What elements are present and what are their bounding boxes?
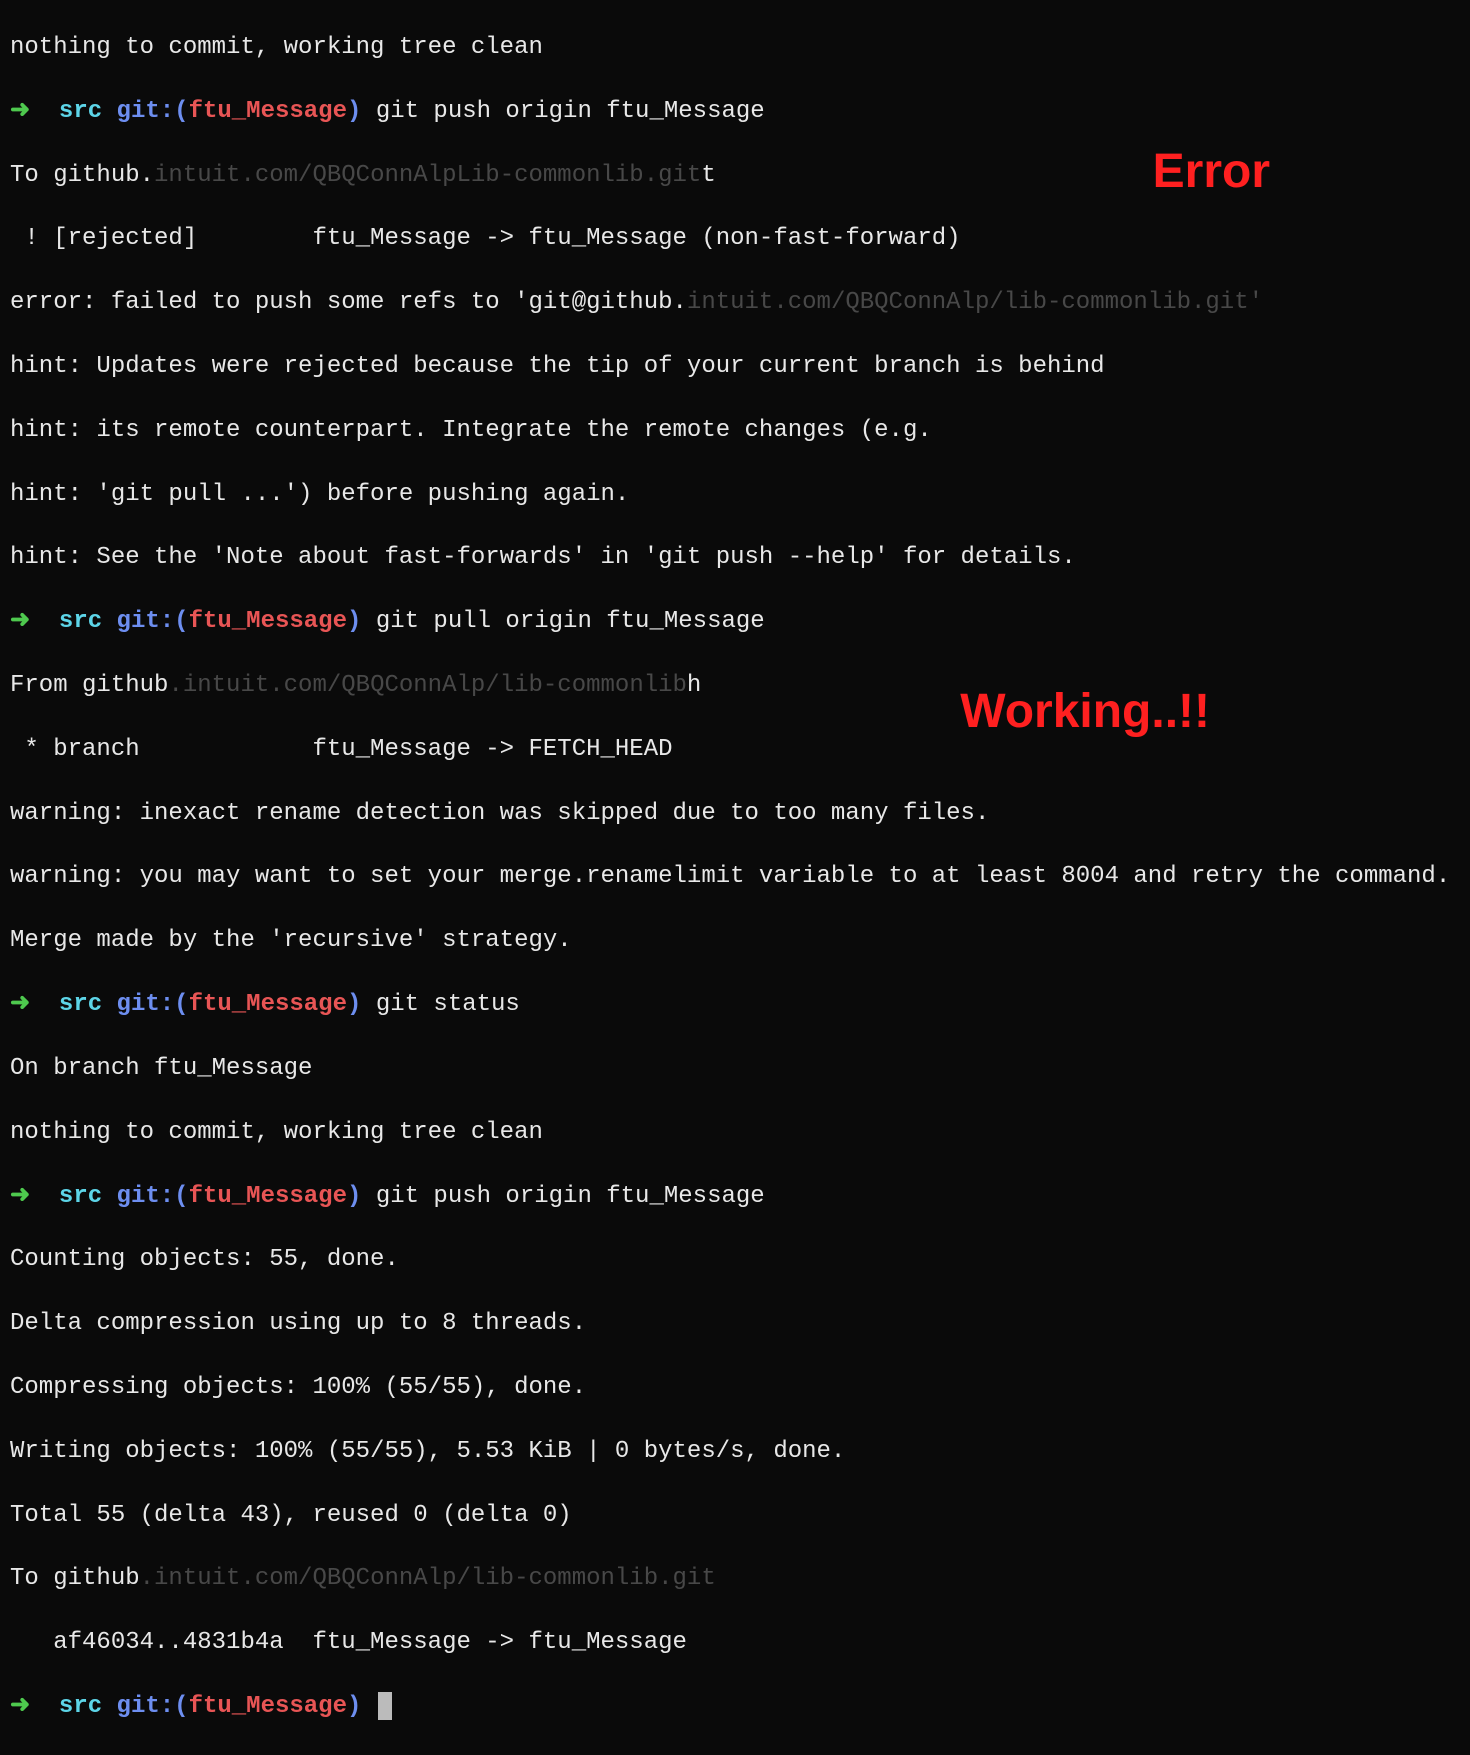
- prompt-arrow-icon: ➜: [10, 1183, 30, 1210]
- prompt-arrow-icon: ➜: [10, 98, 30, 125]
- output-line: On branch ftu_Message: [10, 1053, 1460, 1085]
- prompt-git-suffix: ): [347, 608, 361, 635]
- terminal-output[interactable]: nothing to commit, working tree clean ➜ …: [10, 0, 1460, 1755]
- command-text: git status: [376, 991, 520, 1018]
- prompt-branch: ftu_Message: [189, 1183, 347, 1210]
- output-line: hint: Updates were rejected because the …: [10, 351, 1460, 383]
- output-line: From github.intuit.com/QBQConnAlp/lib-co…: [10, 670, 1460, 702]
- prompt-arrow-icon: ➜: [10, 1693, 30, 1720]
- prompt-branch: ftu_Message: [189, 98, 347, 125]
- output-line: Counting objects: 55, done.: [10, 1244, 1460, 1276]
- output-line: To github.intuit.com/QBQConnAlp/lib-comm…: [10, 1563, 1460, 1595]
- prompt-git-prefix: git:(: [117, 1693, 189, 1720]
- output-line: error: failed to push some refs to 'git@…: [10, 287, 1460, 319]
- command-text: git push origin ftu_Message: [376, 1183, 765, 1210]
- output-line: Total 55 (delta 43), reused 0 (delta 0): [10, 1500, 1460, 1532]
- prompt-line: ➜ src git:(ftu_Message) git push origin …: [10, 96, 1460, 128]
- command-text: git pull origin ftu_Message: [376, 608, 765, 635]
- prompt-git-prefix: git:(: [117, 608, 189, 635]
- prompt-dir: src: [59, 98, 102, 125]
- command-text: git push origin ftu_Message: [376, 98, 765, 125]
- prompt-branch: ftu_Message: [189, 608, 347, 635]
- prompt-line: ➜ src git:(ftu_Message) git pull origin …: [10, 606, 1460, 638]
- prompt-git-prefix: git:(: [117, 98, 189, 125]
- cursor-icon: [378, 1692, 392, 1720]
- prompt-line: ➜ src git:(ftu_Message) git status: [10, 989, 1460, 1021]
- prompt-line: ➜ src git:(ftu_Message) git push origin …: [10, 1181, 1460, 1213]
- output-line: Delta compression using up to 8 threads.: [10, 1308, 1460, 1340]
- output-line: nothing to commit, working tree clean: [10, 32, 1460, 64]
- output-line: warning: you may want to set your merge.…: [10, 861, 1460, 893]
- prompt-git-suffix: ): [347, 991, 361, 1018]
- output-line: nothing to commit, working tree clean: [10, 1117, 1460, 1149]
- output-line: * branch ftu_Message -> FETCH_HEAD: [10, 734, 1460, 766]
- annotation-working: Working..!!: [960, 680, 1210, 744]
- prompt-dir: src: [59, 1183, 102, 1210]
- prompt-git-suffix: ): [347, 98, 361, 125]
- output-line: Merge made by the 'recursive' strategy.: [10, 925, 1460, 957]
- prompt-branch: ftu_Message: [189, 1693, 347, 1720]
- output-line: hint: 'git pull ...') before pushing aga…: [10, 479, 1460, 511]
- prompt-line[interactable]: ➜ src git:(ftu_Message): [10, 1691, 1460, 1723]
- output-line: ! [rejected] ftu_Message -> ftu_Message …: [10, 223, 1460, 255]
- prompt-arrow-icon: ➜: [10, 608, 30, 635]
- prompt-arrow-icon: ➜: [10, 991, 30, 1018]
- output-line: af46034..4831b4a ftu_Message -> ftu_Mess…: [10, 1627, 1460, 1659]
- output-line: Writing objects: 100% (55/55), 5.53 KiB …: [10, 1436, 1460, 1468]
- annotation-error: Error: [1153, 140, 1270, 204]
- prompt-git-prefix: git:(: [117, 1183, 189, 1210]
- output-line: hint: See the 'Note about fast-forwards'…: [10, 542, 1460, 574]
- prompt-branch: ftu_Message: [189, 991, 347, 1018]
- prompt-git-suffix: ): [347, 1183, 361, 1210]
- output-line: Compressing objects: 100% (55/55), done.: [10, 1372, 1460, 1404]
- prompt-dir: src: [59, 1693, 102, 1720]
- output-line: hint: its remote counterpart. Integrate …: [10, 415, 1460, 447]
- prompt-git-suffix: ): [347, 1693, 361, 1720]
- prompt-git-prefix: git:(: [117, 991, 189, 1018]
- prompt-dir: src: [59, 608, 102, 635]
- prompt-dir: src: [59, 991, 102, 1018]
- output-line: warning: inexact rename detection was sk…: [10, 798, 1460, 830]
